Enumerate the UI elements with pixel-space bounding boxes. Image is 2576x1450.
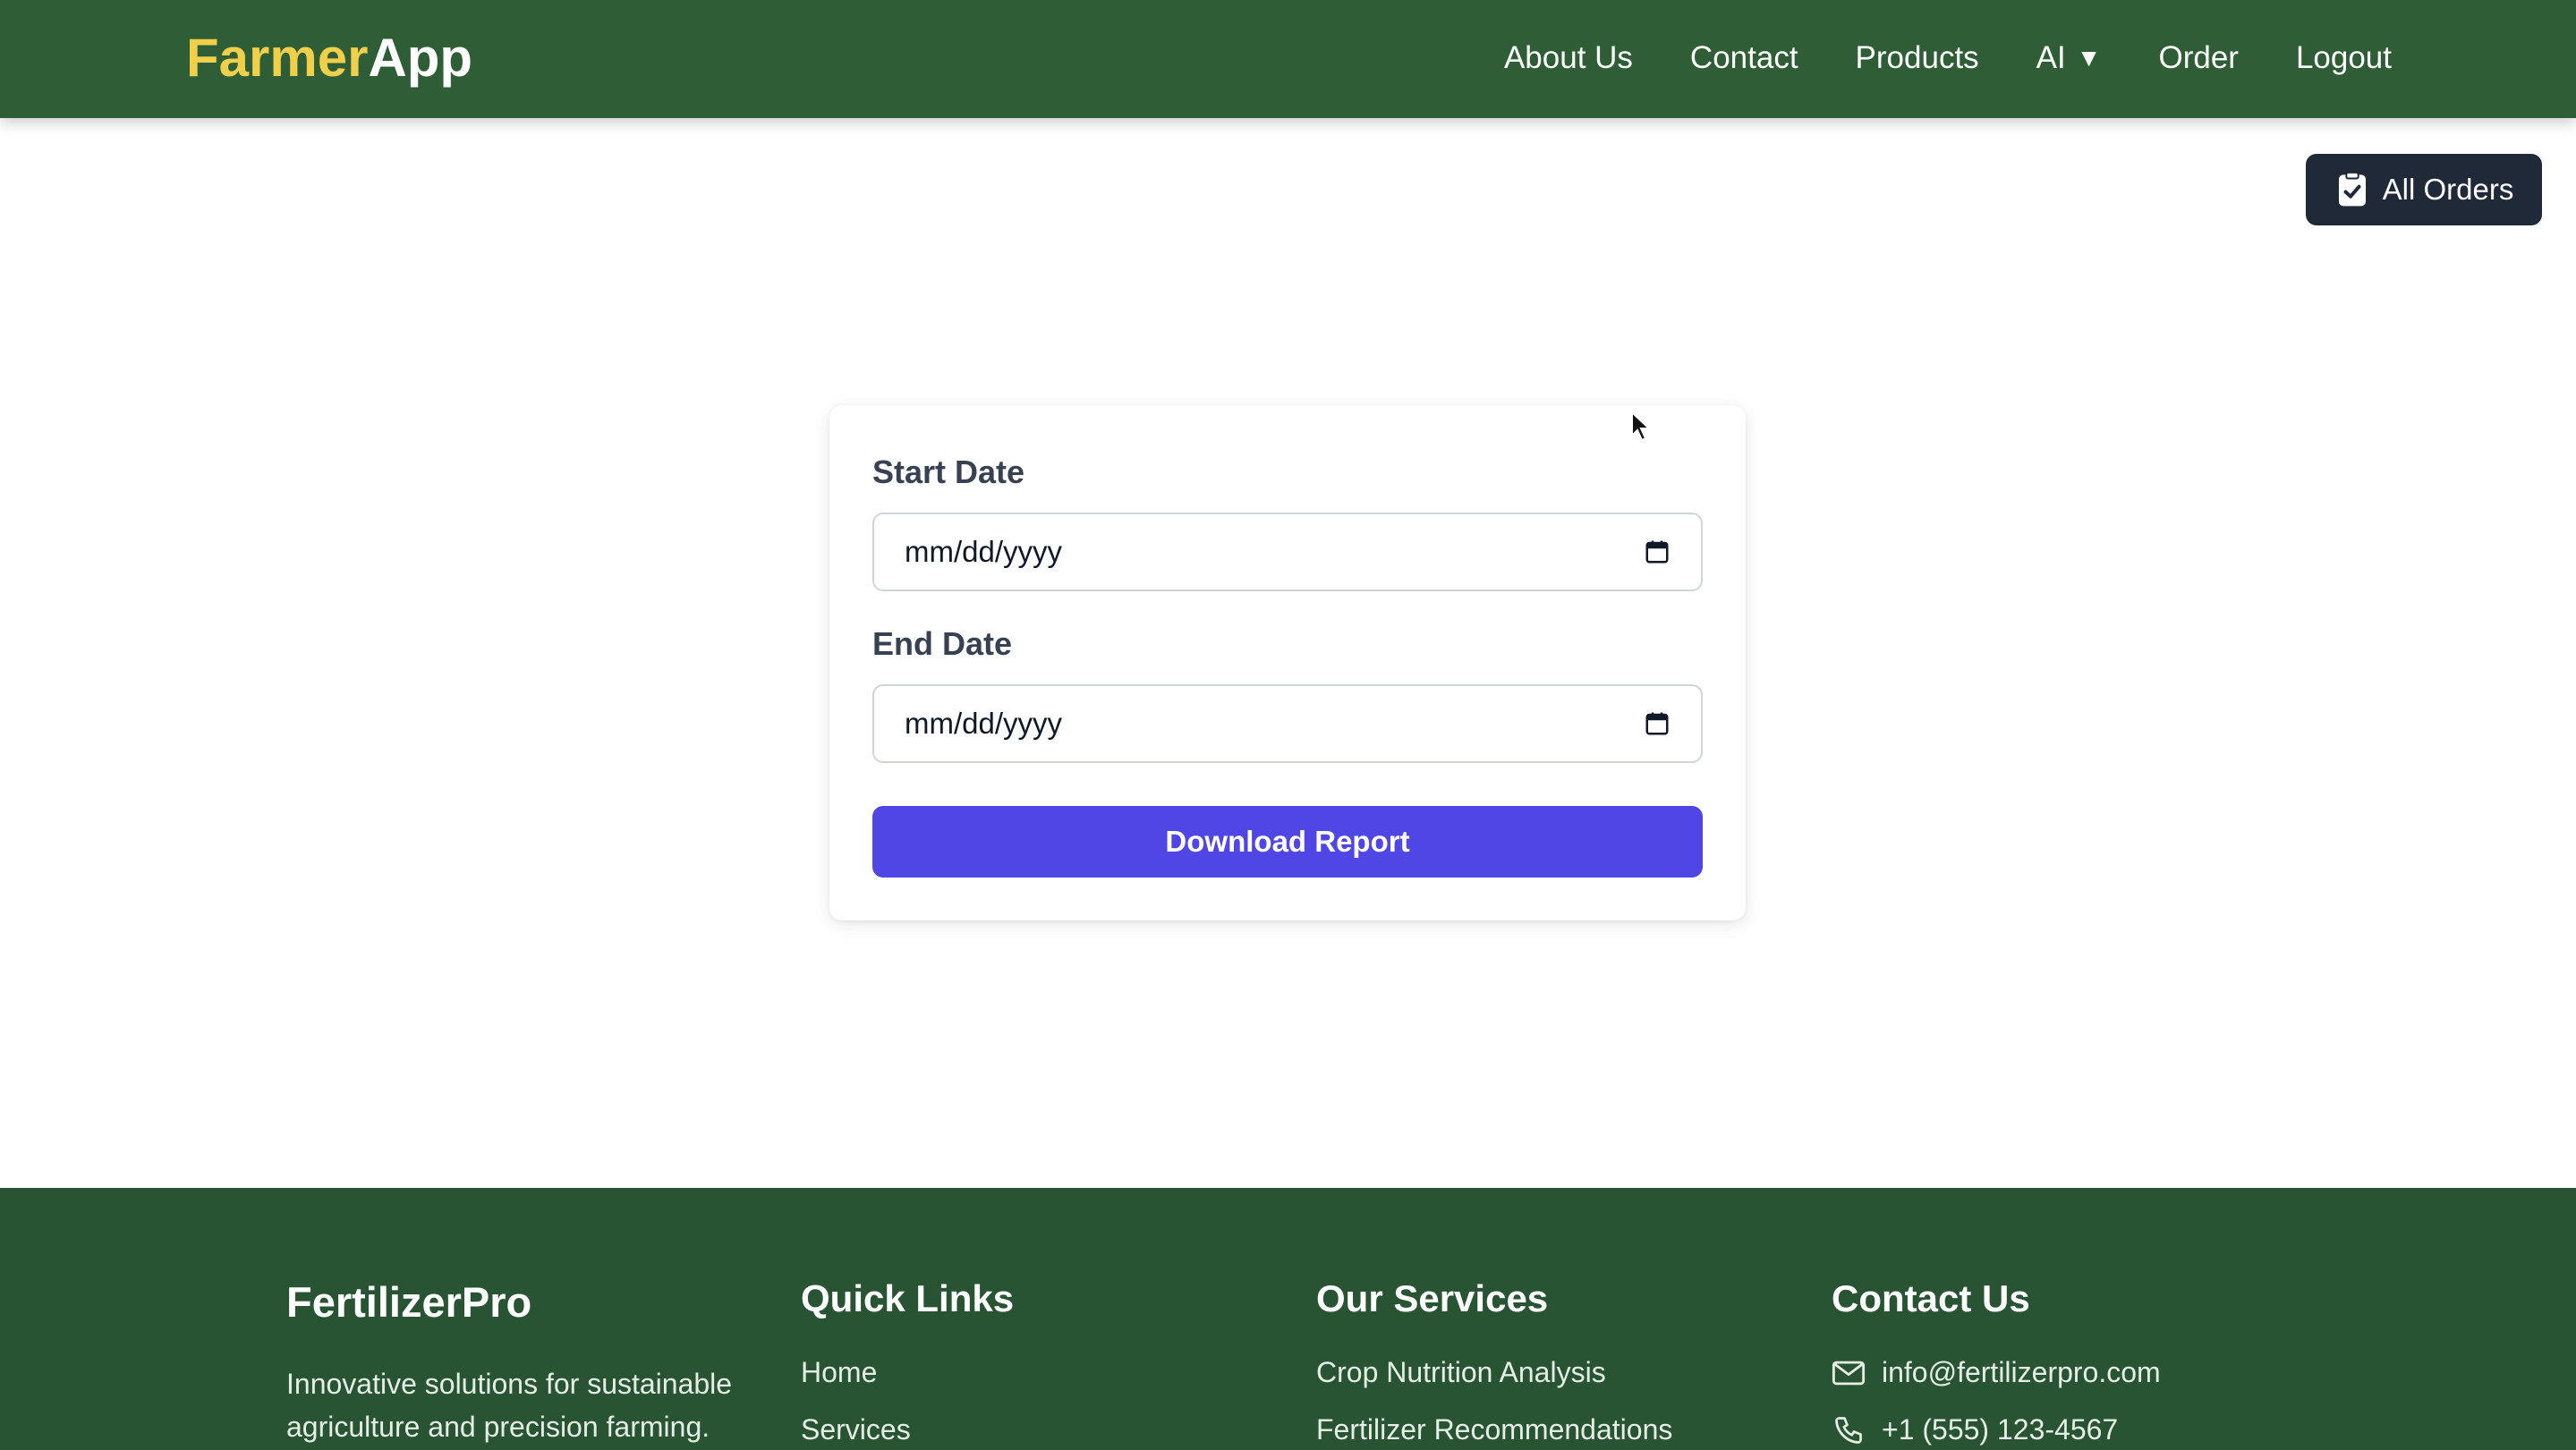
end-date-value: mm/dd/yyyy [905,707,1063,740]
phone-icon [1835,1416,1862,1444]
mail-icon [1832,1361,1866,1385]
logo-part-app: App [368,28,473,88]
download-report-button[interactable]: Download Report [872,806,1703,878]
start-date-input[interactable]: mm/dd/yyyy [872,513,1703,591]
mouse-pointer-icon [1631,411,1652,442]
nav-logout[interactable]: Logout [2296,36,2392,81]
clipboard-check-icon [2338,172,2366,207]
footer-link-home[interactable]: Home [801,1356,877,1389]
report-form-card: Start Date mm/dd/yyyy End Date mm/dd/yyy… [829,405,1746,920]
contact-us-title: Contact Us [1832,1277,2030,1319]
our-services-title: Our Services [1316,1277,1549,1319]
nav-links: About Us Contact Products AI ▼ Order Log… [1447,36,2392,81]
start-date-value: mm/dd/yyyy [905,535,1063,568]
footer-service-crop-nutrition[interactable]: Crop Nutrition Analysis [1316,1356,1606,1389]
end-date-label: End Date [872,625,1013,662]
footer-link-services[interactable]: Services [801,1413,911,1446]
footer-brand: FertilizerPro [286,1278,532,1326]
nav-ai-label: AI [2036,40,2066,75]
caret-down-icon: ▼ [2076,44,2102,72]
logo-part-farmer: Farmer [186,28,369,88]
start-date-label: Start Date [872,454,1025,490]
nav-ai-dropdown[interactable]: AI ▼ [2036,36,2102,81]
footer-service-fertilizer-recommendations[interactable]: Fertilizer Recommendations [1316,1413,1672,1446]
contact-email-text: info@fertilizerpro.com [1882,1356,2161,1388]
quick-links-title: Quick Links [801,1277,1015,1319]
contact-phone[interactable]: +1 (555) 123-4567 [1832,1413,2118,1446]
calendar-icon[interactable] [1644,710,1671,737]
nav-order[interactable]: Order [2158,36,2238,81]
contact-email[interactable]: info@fertilizerpro.com [1832,1356,2161,1389]
footer-brand-description: Innovative solutions for sustainable agr… [286,1368,733,1443]
site-footer: FertilizerPro Innovative solutions for s… [0,1188,2576,1450]
nav-products[interactable]: Products [1856,36,1979,81]
end-date-input[interactable]: mm/dd/yyyy [872,684,1703,763]
top-navbar: FarmerApp About Us Contact Products AI ▼… [0,0,2576,118]
nav-about-us[interactable]: About Us [1504,36,1633,81]
app-logo[interactable]: FarmerApp [186,27,472,89]
all-orders-button[interactable]: All Orders [2306,154,2542,225]
calendar-icon[interactable] [1644,538,1671,565]
all-orders-label: All Orders [2382,173,2514,206]
contact-phone-text: +1 (555) 123-4567 [1882,1413,2119,1446]
nav-contact[interactable]: Contact [1690,36,1798,81]
